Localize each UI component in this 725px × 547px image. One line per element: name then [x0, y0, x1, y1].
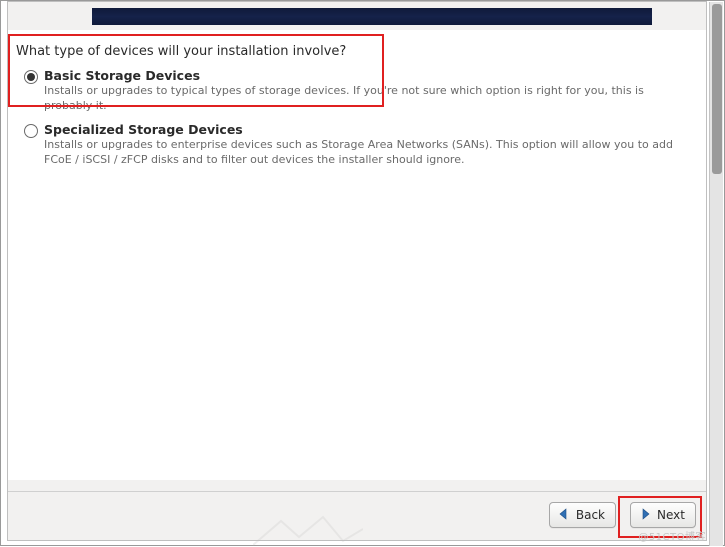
- installer-window: What type of devices will your installat…: [7, 1, 707, 541]
- next-button[interactable]: Next: [630, 502, 696, 528]
- option-basic-title: Basic Storage Devices: [44, 68, 200, 83]
- scrollbar-thumb[interactable]: [712, 4, 722, 174]
- vertical-scrollbar[interactable]: [709, 2, 723, 546]
- content-area: What type of devices will your installat…: [8, 30, 706, 480]
- watermark-text: @51CTO博客: [638, 528, 706, 543]
- next-button-label: Next: [657, 508, 685, 522]
- option-basic-desc: Installs or upgrades to typical types of…: [44, 84, 674, 114]
- outer-frame: What type of devices will your installat…: [0, 0, 725, 546]
- option-specialized-desc: Installs or upgrades to enterprise devic…: [44, 138, 674, 168]
- back-button-label: Back: [576, 508, 605, 522]
- radio-specialized-storage[interactable]: [24, 124, 38, 138]
- arrow-left-icon: [556, 506, 572, 525]
- watermark-graphic: [253, 515, 363, 547]
- header-banner: [92, 8, 652, 25]
- radio-basic-storage[interactable]: [24, 70, 38, 84]
- arrow-right-icon: [637, 506, 653, 525]
- back-button[interactable]: Back: [549, 502, 616, 528]
- option-specialized-title: Specialized Storage Devices: [44, 122, 243, 137]
- page-question: What type of devices will your installat…: [16, 44, 346, 59]
